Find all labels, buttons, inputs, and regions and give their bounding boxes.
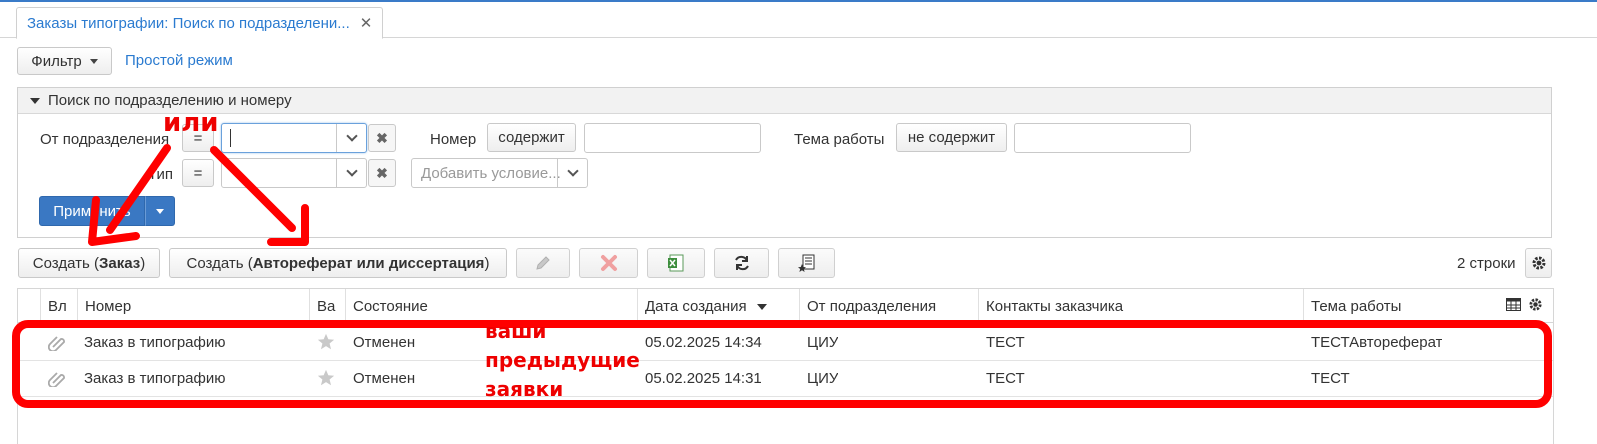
filter-button[interactable]: Фильтр — [17, 47, 112, 75]
tab-title: Заказы типографии: Поиск по подразделени… — [27, 14, 350, 32]
column-header-contacts[interactable]: Контакты заказчика — [978, 289, 1303, 323]
excel-icon — [668, 254, 684, 272]
create-order-type: Заказ — [98, 254, 141, 272]
add-condition-select[interactable]: Добавить условие... — [411, 158, 588, 188]
clear-icon[interactable]: ✖ — [368, 124, 396, 152]
topic-operator[interactable]: не содержит — [896, 123, 1007, 152]
attachment-icon — [48, 372, 65, 387]
search-panel-header[interactable]: Поиск по подразделению и номеру — [18, 88, 1551, 114]
annotation-line-2: предыдущие — [485, 348, 640, 372]
cell-division: ЦИУ — [807, 334, 839, 351]
apply-button[interactable]: Применить — [39, 196, 145, 226]
star-icon[interactable] — [317, 333, 335, 351]
sort-desc-icon — [756, 304, 767, 311]
cell-topic: ТЕСТ — [1311, 370, 1350, 387]
from-division-label: От подразделения — [40, 131, 170, 148]
column-header-favorite[interactable]: Ва — [309, 289, 345, 323]
pencil-icon — [536, 256, 550, 270]
type-label: Тип — [148, 166, 174, 183]
create-thesis-prefix: Создать ( — [186, 254, 253, 272]
apply-menu-button[interactable] — [145, 196, 175, 226]
grid-header: Вл Номер Ва Состояние Дата создания От п… — [18, 289, 1553, 323]
number-operator[interactable]: содержит — [487, 123, 576, 152]
cell-number: Заказ в типографию — [84, 334, 226, 351]
columns-table-icon[interactable] — [1506, 298, 1521, 311]
gear-icon — [1532, 256, 1545, 270]
cell-created: 05.02.2025 14:31 — [645, 370, 762, 387]
type-select[interactable] — [221, 158, 367, 188]
chevron-down-icon — [89, 58, 98, 64]
delete-button[interactable] — [579, 248, 638, 278]
column-header-division[interactable]: От подразделения — [799, 289, 978, 323]
cell-topic: ТЕСТАвтореферат — [1311, 334, 1443, 351]
table-row[interactable]: Заказ в типографию Отменен 05.02.2025 14… — [18, 361, 1553, 397]
refresh-icon — [734, 255, 749, 271]
create-order-suffix: ) — [140, 254, 146, 272]
create-thesis-suffix: ) — [484, 254, 490, 272]
star-icon[interactable] — [317, 369, 335, 387]
delete-icon — [600, 255, 617, 271]
text-cursor — [230, 129, 231, 147]
annotation-line-3: заявки — [485, 377, 564, 401]
cell-contacts: ТЕСТ — [986, 370, 1025, 387]
create-order-prefix: Создать ( — [32, 254, 99, 272]
number-input[interactable] — [584, 123, 761, 153]
search-panel-title: Поиск по подразделению и номеру — [48, 92, 292, 109]
row-count: 2 строки — [1457, 255, 1516, 272]
cell-division: ЦИУ — [807, 370, 839, 387]
create-thesis-type: Автореферат или диссертация — [252, 254, 485, 272]
collapse-icon — [30, 97, 40, 104]
chevron-down-icon[interactable] — [336, 124, 366, 152]
column-header-attachments[interactable]: Вл — [40, 289, 77, 323]
tab-bar: Заказы типографии: Поиск по подразделени… — [0, 2, 1597, 39]
number-label: Номер — [430, 131, 477, 148]
export-excel-button[interactable] — [647, 248, 705, 278]
simple-mode-link[interactable]: Простой режим — [125, 52, 233, 69]
cell-state: Отменен — [353, 370, 416, 387]
type-operator[interactable]: = — [182, 159, 214, 187]
cell-number: Заказ в типографию — [84, 370, 226, 387]
column-header-created-label: Дата создания — [645, 298, 747, 315]
annotation-previous-requests: ваши предыдущие заявки — [485, 317, 640, 404]
topic-input[interactable] — [1014, 123, 1191, 153]
create-order-button[interactable]: Создать (Заказ) — [18, 248, 160, 278]
cell-created: 05.02.2025 14:34 — [645, 334, 762, 351]
chevron-down-icon[interactable] — [336, 159, 366, 187]
orders-grid: Вл Номер Ва Состояние Дата создания От п… — [17, 288, 1554, 444]
grid-settings-button[interactable] — [1525, 248, 1552, 278]
topic-label: Тема работы — [794, 131, 885, 148]
annotation-line-1: ваши — [485, 319, 547, 343]
gear-icon[interactable] — [1528, 297, 1543, 312]
column-header-created[interactable]: Дата создания — [637, 289, 799, 323]
star-list-icon — [797, 254, 814, 272]
favorites-button[interactable] — [778, 248, 835, 278]
cell-state: Отменен — [353, 334, 416, 351]
clear-icon[interactable]: ✖ — [368, 159, 396, 187]
from-division-select[interactable] — [221, 123, 367, 153]
tab-print-orders-search[interactable]: Заказы типографии: Поиск по подразделени… — [16, 7, 384, 39]
cell-contacts: ТЕСТ — [986, 334, 1025, 351]
chevron-down-icon[interactable] — [557, 159, 587, 187]
annotation-or: или — [163, 108, 219, 138]
attachment-icon — [48, 336, 65, 351]
table-row[interactable]: Заказ в типографию Отменен 05.02.2025 14… — [18, 325, 1553, 361]
row-marker-header — [18, 289, 40, 323]
close-icon[interactable]: ✕ — [360, 14, 373, 32]
column-header-number[interactable]: Номер — [77, 289, 309, 323]
refresh-button[interactable] — [714, 248, 769, 278]
create-thesis-button[interactable]: Создать (Автореферат или диссертация) — [169, 248, 507, 278]
add-condition-placeholder: Добавить условие... — [421, 165, 561, 182]
edit-button[interactable] — [516, 248, 570, 278]
chevron-down-icon — [156, 208, 164, 214]
filter-button-label: Фильтр — [31, 52, 82, 70]
